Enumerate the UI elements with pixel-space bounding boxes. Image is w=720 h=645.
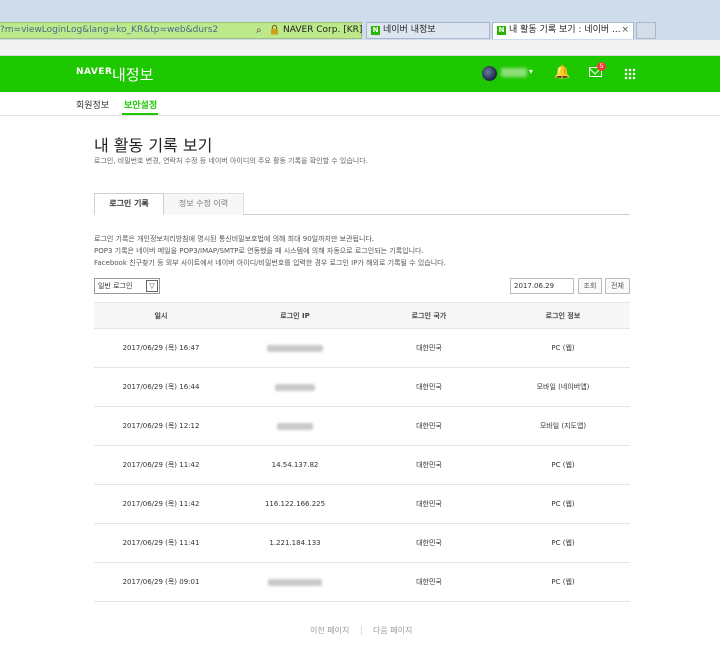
service-title[interactable]: 내정보 <box>112 64 153 85</box>
new-tab-button[interactable] <box>636 22 656 39</box>
cell-ip <box>228 563 362 601</box>
naver-favicon-icon: N <box>371 26 380 35</box>
mail-badge: 5 <box>597 62 606 71</box>
column-header-info: 로그인 정보 <box>545 311 581 320</box>
naver-favicon-icon: N <box>497 26 506 35</box>
ip-blurred <box>275 383 315 391</box>
table-row: 2017/06/29 (목) 11:41 1.221.184.133 대한민국 PC … <box>94 524 630 563</box>
cell-ip <box>228 368 362 406</box>
cell-datetime: 2017/06/29 (목) 09:01 <box>122 578 200 586</box>
ip-value: 116.122.166.225 <box>264 500 326 508</box>
table-row: 2017/06/29 (목) 16:47 대한민국 PC (웹) <box>94 329 630 368</box>
date-input[interactable]: 2017.06.29 <box>510 278 574 294</box>
naver-logo[interactable]: NAVER <box>76 67 112 77</box>
notice-line: POP3 기록은 네이버 메일을 POP3/IMAP/SMTP로 연동했을 때 … <box>94 247 424 255</box>
user-name-blurred[interactable] <box>501 68 527 77</box>
browser-tab-label: 내 활동 기록 보기 : 네이버 ... <box>509 25 621 35</box>
tab-login-history[interactable]: 로그인 기록 <box>94 193 164 215</box>
cell-info: PC (웹) <box>551 578 575 586</box>
tab-info-change-history[interactable]: 정보 수정 이력 <box>164 193 244 215</box>
all-button[interactable]: 전체 <box>605 278 630 294</box>
cell-info: 모바일 (네이버앱) <box>536 383 590 391</box>
notice-line: 로그인 기록은 개인정보처리방침에 명시된 통신비밀보호법에 의해 최대 90일… <box>94 235 375 243</box>
cell-info: PC (웹) <box>551 461 575 469</box>
cell-info: PC (웹) <box>551 539 575 547</box>
cell-country: 대한민국 <box>416 461 442 469</box>
cell-info: PC (웹) <box>551 500 575 508</box>
cell-datetime: 2017/06/29 (목) 12:12 <box>122 422 200 430</box>
apps-grid-icon[interactable] <box>624 68 636 80</box>
content-tabs: 로그인 기록 정보 수정 이력 <box>94 193 630 215</box>
cell-datetime: 2017/06/29 (목) 16:44 <box>122 383 200 391</box>
cell-country: 대한민국 <box>416 500 442 508</box>
login-history-table: 일시 로그인 IP 로그인 국가 로그인 정보 2017/06/29 (목) 1… <box>94 302 630 602</box>
naver-header: NAVER 내정보 ▾ 🔔 5 <box>0 56 720 92</box>
browser-tab-label: 네이버 내정보 <box>383 25 436 35</box>
address-url[interactable]: ?m=viewLoginLog&lang=ko_KR&tp=web&durs2 <box>0 23 218 38</box>
column-header-country: 로그인 국가 <box>411 311 447 320</box>
cell-info: 모바일 (지도앱) <box>539 422 587 430</box>
cell-datetime: 2017/06/29 (목) 11:41 <box>122 539 200 547</box>
active-nav-indicator <box>122 113 158 115</box>
search-icon[interactable]: ⌕ <box>256 23 262 38</box>
table-row: 2017/06/29 (목) 16:44 대한민국 모바일 (네이버앱) <box>94 368 630 407</box>
browser-chrome: ?m=viewLoginLog&lang=ko_KR&tp=web&durs2 … <box>0 0 720 56</box>
login-type-select[interactable]: 일반 로그인 ▽ <box>94 278 160 294</box>
table-row: 2017/06/29 (목) 11:42 116.122.166.225 대한민국 P… <box>94 485 630 524</box>
chevron-down-icon[interactable]: ▾ <box>529 67 533 76</box>
cell-ip: 1.221.184.133 <box>228 524 362 562</box>
close-tab-icon[interactable]: × <box>621 23 629 38</box>
prev-page-button[interactable]: 이전 페이지 <box>310 625 349 636</box>
browser-tab-activity-log[interactable]: N내 활동 기록 보기 : 네이버 ... × <box>492 22 634 39</box>
next-page-button[interactable]: 다음 페이지 <box>373 625 412 636</box>
browser-toolbar <box>0 40 720 56</box>
address-bar[interactable]: ?m=viewLoginLog&lang=ko_KR&tp=web&durs2 … <box>0 22 362 39</box>
cell-country: 대한민국 <box>416 383 442 391</box>
cell-info: PC (웹) <box>551 344 575 352</box>
table-row: 2017/06/29 (목) 09:01 대한민국 PC (웹) <box>94 563 630 602</box>
table-header: 일시 로그인 IP 로그인 국가 로그인 정보 <box>94 302 630 329</box>
cell-ip <box>228 407 362 445</box>
nav-item-member-info[interactable]: 회원정보 <box>76 98 109 111</box>
column-header-ip: 로그인 IP <box>280 311 310 320</box>
login-type-selected: 일반 로그인 <box>98 282 133 290</box>
table-row: 2017/06/29 (목) 11:42 14.54.137.82 대한민국 PC (… <box>94 446 630 485</box>
notice-line: Facebook 친구찾기 등 외부 사이트에서 네이버 아이디/비밀번호를 입… <box>94 259 446 267</box>
nav-item-security-settings[interactable]: 보안설정 <box>124 98 157 111</box>
table-row: 2017/06/29 (목) 12:12 대한민국 모바일 (지도앱) <box>94 407 630 446</box>
page-description: 로그인, 비밀번호 변경, 연락처 수정 등 네이버 아이디의 주요 활동 기록… <box>94 157 368 165</box>
page-title: 내 활동 기록 보기 <box>94 136 213 155</box>
cell-country: 대한민국 <box>416 344 442 352</box>
search-button[interactable]: 조회 <box>578 278 602 294</box>
bell-icon[interactable]: 🔔 <box>554 65 570 80</box>
cell-country: 대한민국 <box>416 539 442 547</box>
browser-tab-naver-myinfo[interactable]: N 네이버 내정보 <box>366 22 490 39</box>
cell-ip: 14.54.137.82 <box>228 446 362 484</box>
table-body: 2017/06/29 (목) 16:47 대한민국 PC (웹) 2017/06/29… <box>94 329 630 602</box>
cell-datetime: 2017/06/29 (목) 16:47 <box>122 344 200 352</box>
ip-value: 1.221.184.133 <box>269 539 321 547</box>
cell-ip <box>228 329 362 367</box>
chevron-down-icon[interactable]: ▽ <box>146 280 158 292</box>
pager-divider <box>361 626 362 635</box>
pagination: 이전 페이지 다음 페이지 <box>0 625 720 639</box>
cell-datetime: 2017/06/29 (목) 11:42 <box>122 461 200 469</box>
notice-text: 로그인 기록은 개인정보처리방침에 명시된 통신비밀보호법에 의해 최대 90일… <box>94 233 446 269</box>
column-header-datetime: 일시 <box>154 311 168 320</box>
cell-country: 대한민국 <box>416 422 442 430</box>
lock-icon <box>271 24 278 35</box>
ip-value: 14.54.137.82 <box>271 461 319 469</box>
cell-country: 대한민국 <box>416 578 442 586</box>
site-identity[interactable]: NAVER Corp. [KR] <box>283 23 362 38</box>
ip-blurred <box>277 422 313 430</box>
cell-datetime: 2017/06/29 (목) 11:42 <box>122 500 200 508</box>
cell-ip: 116.122.166.225 <box>228 485 362 523</box>
ip-blurred <box>268 578 322 586</box>
avatar[interactable] <box>482 66 497 81</box>
sub-navigation: 회원정보 보안설정 <box>0 92 720 116</box>
ip-blurred <box>267 344 323 352</box>
